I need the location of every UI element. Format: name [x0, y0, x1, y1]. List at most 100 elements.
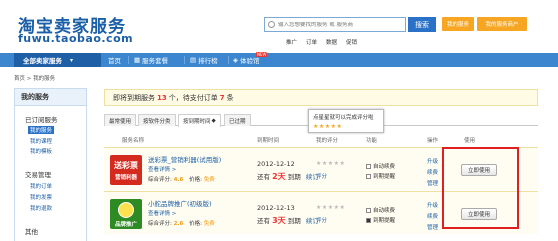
sidebar-item-my-invoices[interactable]: 我的发票 — [30, 193, 52, 201]
gift-icon: ◈ — [233, 56, 238, 64]
remain-prefix: 还有 — [257, 173, 270, 181]
renew-op-link[interactable]: 续费 — [427, 168, 438, 176]
auto-renew-checkbox[interactable] — [366, 207, 371, 213]
thumb-label: 品牌推广 — [114, 222, 137, 228]
search-box[interactable] — [264, 17, 406, 32]
my-merchant-button[interactable]: 我的服务商户 — [477, 17, 527, 31]
search-input[interactable] — [278, 21, 405, 28]
rating-stars[interactable]: ★★★★★ — [316, 204, 345, 211]
quick-link-orders[interactable]: 订单 — [306, 38, 317, 46]
upgrade-link[interactable]: 升级 — [427, 201, 438, 209]
manage-link[interactable]: 管理 — [427, 223, 438, 231]
main-nav: 全部卖家服务 ▾ 首页 ▦ 服务套餐 ▤ 排行榜 ◈ 体验馆 NEW — [0, 52, 558, 67]
auto-renew-option[interactable]: 自动续费 — [366, 206, 395, 214]
rate-link[interactable]: 评分 — [316, 172, 327, 180]
price-value: 免费 — [203, 177, 215, 183]
thumb-label: 送彩票 — [114, 161, 138, 170]
service-meta: 综合评分: 2.6 价格: 免费 — [148, 219, 215, 227]
remain-days-value: 3天 — [272, 216, 286, 225]
grid-icon: ▦ — [134, 56, 141, 64]
sidebar-item-my-orders[interactable]: 我的订单 — [30, 182, 52, 190]
sidebar-item-my-refunds[interactable]: 我的退款 — [30, 204, 52, 212]
manage-link[interactable]: 管理 — [427, 179, 438, 187]
tooltip-text: 点星星就可以完成评分啦 — [313, 115, 374, 121]
chart-icon: ▤ — [190, 56, 197, 64]
notice-suffix: 条 — [226, 93, 234, 102]
rate-link[interactable]: 评分 — [316, 216, 327, 224]
notice-prefix: 即将到期服务 — [113, 93, 155, 102]
tab-by-expiry[interactable]: 按到期时间 ◆ — [178, 114, 221, 127]
service-thumbnail[interactable]: 品牌推广 — [110, 199, 142, 229]
quick-link-data[interactable]: 数据 — [326, 38, 337, 46]
tab-by-category[interactable]: 按软件分类 — [138, 114, 176, 126]
nav-packages[interactable]: ▦ 服务套餐 — [134, 53, 168, 67]
quick-links: 推广 订单 数据 促销 — [286, 38, 357, 46]
tooltip-stars[interactable]: ★★★★★ — [313, 123, 379, 130]
price-value: 免费 — [203, 221, 215, 227]
quick-link-sales[interactable]: 促销 — [346, 38, 357, 46]
expiry-date: 2012-12-12 — [257, 160, 295, 168]
auto-renew-label: 自动续费 — [373, 164, 396, 170]
sidebar-item-my-courses[interactable]: 我的课程 — [30, 137, 52, 145]
remain-suffix: 到期 — [287, 217, 301, 225]
auto-renew-checkbox[interactable] — [366, 163, 371, 169]
expiry-reminder-label: 到期提醒 — [373, 218, 396, 224]
expiring-count[interactable]: 13 — [157, 94, 167, 102]
nav-divider — [184, 56, 185, 64]
nav-ranking-label: 排行榜 — [198, 57, 218, 65]
breadcrumb[interactable]: 首页 > 我的服务 — [14, 74, 55, 82]
sidebar-item-my-services[interactable]: 我的服务 — [28, 126, 55, 134]
col-use: 使用 — [464, 138, 476, 144]
sidebar-group-other: 其他 — [25, 228, 38, 236]
tab-by-expiry-label: 按到期时间 — [183, 119, 211, 125]
service-name-link[interactable]: 小舵品牌推广(初级版) — [148, 198, 212, 208]
auto-renew-label: 自动续费 — [373, 208, 396, 214]
my-service-button[interactable]: 我的服务 — [442, 17, 474, 31]
col-features: 功能 — [366, 138, 378, 144]
score-label: 综合评分: — [148, 221, 172, 227]
site-logo-url[interactable]: fuwu.taobao.com — [18, 32, 133, 45]
remain-prefix: 还有 — [257, 217, 270, 225]
nav-ranking[interactable]: ▤ 排行榜 — [190, 53, 218, 67]
unpaid-count[interactable]: 7 — [220, 94, 225, 102]
search-icon — [268, 21, 275, 28]
quick-link-promotion[interactable]: 推广 — [286, 38, 297, 46]
expiry-reminder-checkbox[interactable] — [366, 173, 371, 179]
notice-middle: 个，待支付订单 — [168, 93, 218, 102]
search-button[interactable]: 搜索 — [408, 17, 436, 32]
remaining-days: 还有 3天 到期 续订 — [257, 215, 319, 226]
service-meta: 综合评分: 4.6 价格: 免费 — [148, 175, 215, 183]
remaining-days: 还有 2天 到期 续订 — [257, 171, 319, 182]
renew-op-link[interactable]: 续费 — [427, 212, 438, 220]
expiry-reminder-option[interactable]: 到期提醒 — [366, 172, 395, 180]
nav-home[interactable]: 首页 — [108, 53, 121, 67]
service-thumbnail[interactable]: 送彩票 营销利器 — [110, 155, 142, 185]
price-label: 价格: — [189, 177, 202, 183]
sidebar-item-my-templates[interactable]: 我的模板 — [30, 147, 52, 155]
expiry-reminder-checkbox[interactable] — [366, 217, 371, 223]
new-badge: NEW — [256, 52, 268, 57]
sidebar: 我的服务 已订阅服务 我的服务 我的课程 我的模板 交易管理 我的订单 我的发票… — [14, 88, 87, 241]
expiry-notice: 即将到期服务 13 个，待支付订单 7 条 — [104, 89, 538, 106]
nav-packages-label: 服务套餐 — [142, 57, 169, 65]
highlight-box — [442, 147, 519, 229]
tab-expired[interactable]: 已过期 — [224, 114, 251, 126]
auto-renew-option[interactable]: 自动续费 — [366, 162, 395, 170]
all-services-label: 全部卖家服务 — [23, 57, 62, 65]
col-my-rating: 我的评分 — [316, 138, 339, 144]
rating-stars[interactable]: ★★★★★ — [316, 160, 345, 167]
score-label: 综合评分: — [148, 177, 172, 183]
upgrade-link[interactable]: 升级 — [427, 157, 438, 165]
score-value: 4.6 — [173, 177, 184, 183]
view-details-link[interactable]: 查看详情 > — [148, 165, 176, 173]
all-services-menu[interactable]: 全部卖家服务 ▾ — [14, 53, 101, 67]
header: 淘宝卖家服务 fuwu.taobao.com 搜索 推广 订单 数据 促销 我的… — [0, 0, 558, 53]
tab-most-used[interactable]: 最常使用 — [104, 114, 137, 126]
smiley-icon — [118, 202, 134, 218]
remain-suffix: 到期 — [287, 173, 301, 181]
expiry-reminder-option[interactable]: 到期提醒 — [366, 216, 395, 224]
service-name-link[interactable]: 送彩票_营销利器(试用版) — [148, 154, 221, 164]
nav-divider — [228, 56, 229, 64]
nav-divider — [128, 56, 129, 64]
view-details-link[interactable]: 查看详情 > — [148, 209, 176, 217]
